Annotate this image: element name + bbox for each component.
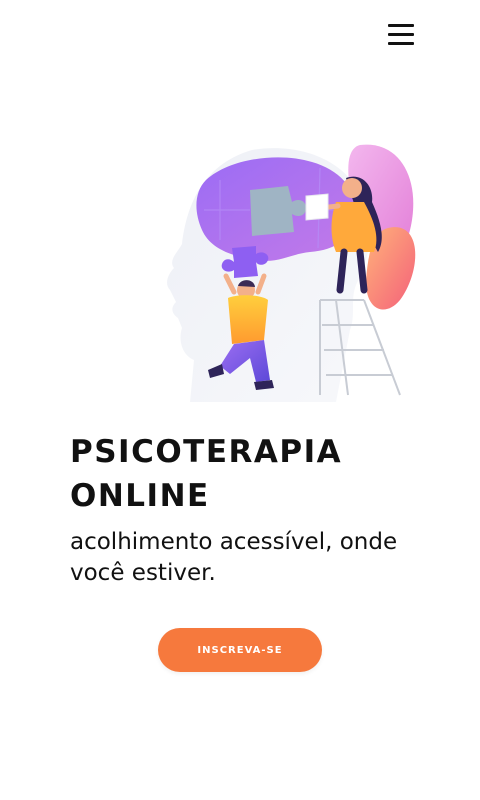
title-line-1: PSICOTERAPIA [70, 434, 343, 470]
menu-icon[interactable] [386, 20, 416, 48]
mental-health-illustration [167, 144, 416, 402]
page-title: PSICOTERAPIA ONLINE [70, 430, 410, 518]
menu-icon-bar [388, 23, 414, 27]
subscribe-button[interactable]: INSCREVA-SE [158, 628, 322, 672]
menu-icon-bar [388, 41, 414, 45]
menu-icon-bar [388, 32, 414, 36]
page-subtitle: acolhimento acessível, onde você estiver… [70, 529, 398, 586]
title-line-2: ONLINE [70, 478, 210, 514]
